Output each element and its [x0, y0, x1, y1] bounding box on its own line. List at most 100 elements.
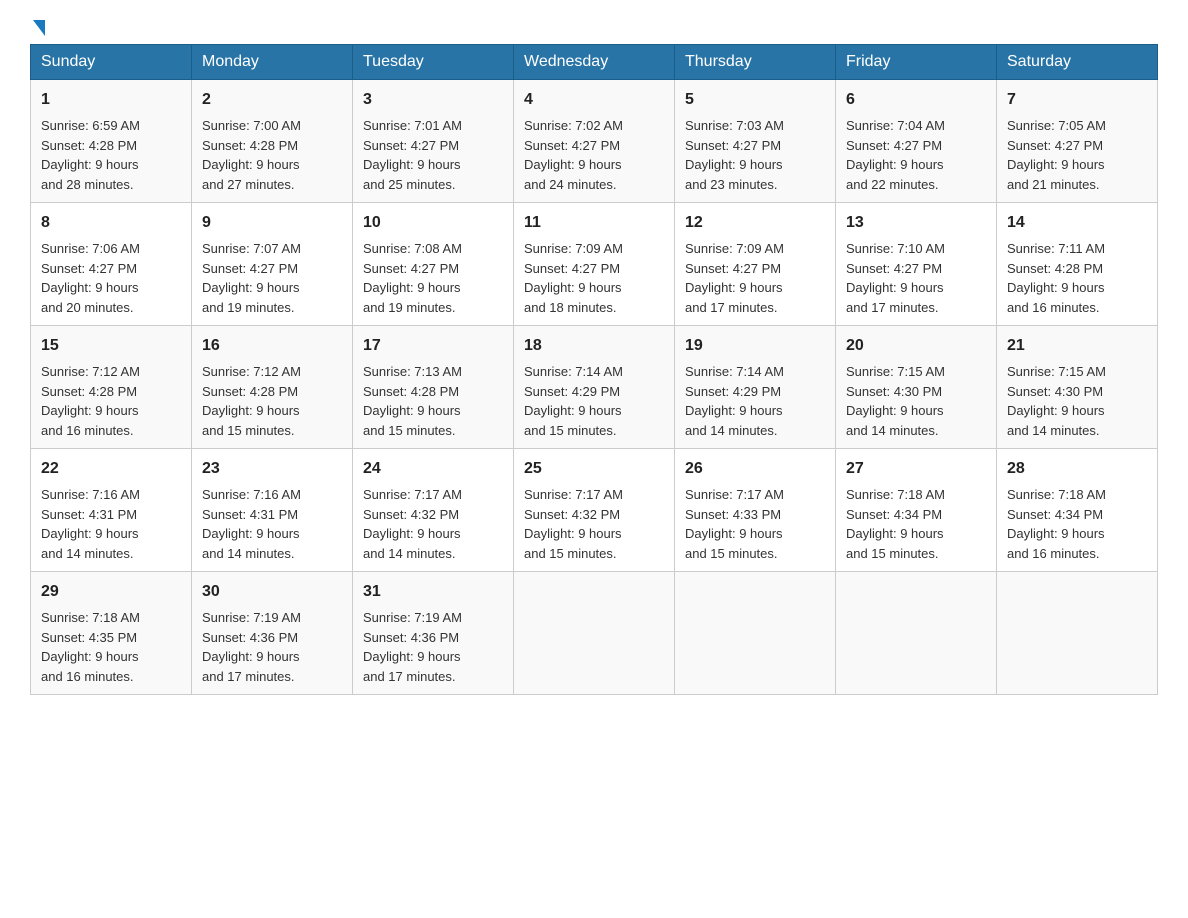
- calendar-cell: 28Sunrise: 7:18 AMSunset: 4:34 PMDayligh…: [997, 449, 1158, 572]
- weekday-header-wednesday: Wednesday: [514, 45, 675, 80]
- calendar-cell: 7Sunrise: 7:05 AMSunset: 4:27 PMDaylight…: [997, 80, 1158, 203]
- daylight-text: Daylight: 9 hours: [524, 155, 664, 175]
- calendar-week-4: 22Sunrise: 7:16 AMSunset: 4:31 PMDayligh…: [31, 449, 1158, 572]
- day-number: 25: [524, 457, 664, 481]
- daylight-text2: and 17 minutes.: [363, 667, 503, 687]
- daylight-text: Daylight: 9 hours: [202, 401, 342, 421]
- daylight-text2: and 14 minutes.: [363, 544, 503, 564]
- daylight-text: Daylight: 9 hours: [1007, 401, 1147, 421]
- daylight-text2: and 18 minutes.: [524, 298, 664, 318]
- sunrise-text: Sunrise: 7:00 AM: [202, 116, 342, 136]
- sunset-text: Sunset: 4:28 PM: [202, 382, 342, 402]
- daylight-text2: and 25 minutes.: [363, 175, 503, 195]
- sunrise-text: Sunrise: 7:03 AM: [685, 116, 825, 136]
- daylight-text2: and 23 minutes.: [685, 175, 825, 195]
- calendar-cell: 13Sunrise: 7:10 AMSunset: 4:27 PMDayligh…: [836, 203, 997, 326]
- calendar-cell: 16Sunrise: 7:12 AMSunset: 4:28 PMDayligh…: [192, 326, 353, 449]
- sunrise-text: Sunrise: 7:01 AM: [363, 116, 503, 136]
- sunrise-text: Sunrise: 7:06 AM: [41, 239, 181, 259]
- daylight-text: Daylight: 9 hours: [846, 278, 986, 298]
- calendar-cell: 2Sunrise: 7:00 AMSunset: 4:28 PMDaylight…: [192, 80, 353, 203]
- daylight-text2: and 15 minutes.: [846, 544, 986, 564]
- day-number: 2: [202, 88, 342, 112]
- calendar-cell: 9Sunrise: 7:07 AMSunset: 4:27 PMDaylight…: [192, 203, 353, 326]
- daylight-text2: and 21 minutes.: [1007, 175, 1147, 195]
- daylight-text: Daylight: 9 hours: [524, 524, 664, 544]
- daylight-text2: and 17 minutes.: [846, 298, 986, 318]
- calendar-cell: 21Sunrise: 7:15 AMSunset: 4:30 PMDayligh…: [997, 326, 1158, 449]
- sunset-text: Sunset: 4:33 PM: [685, 505, 825, 525]
- sunset-text: Sunset: 4:29 PM: [524, 382, 664, 402]
- daylight-text: Daylight: 9 hours: [524, 278, 664, 298]
- day-number: 13: [846, 211, 986, 235]
- calendar-cell: 23Sunrise: 7:16 AMSunset: 4:31 PMDayligh…: [192, 449, 353, 572]
- daylight-text: Daylight: 9 hours: [846, 401, 986, 421]
- daylight-text2: and 14 minutes.: [685, 421, 825, 441]
- page-header: [30, 20, 1158, 34]
- calendar-cell: 1Sunrise: 6:59 AMSunset: 4:28 PMDaylight…: [31, 80, 192, 203]
- daylight-text: Daylight: 9 hours: [846, 524, 986, 544]
- daylight-text2: and 15 minutes.: [202, 421, 342, 441]
- calendar-cell: 30Sunrise: 7:19 AMSunset: 4:36 PMDayligh…: [192, 572, 353, 695]
- sunset-text: Sunset: 4:35 PM: [41, 628, 181, 648]
- calendar-week-2: 8Sunrise: 7:06 AMSunset: 4:27 PMDaylight…: [31, 203, 1158, 326]
- daylight-text2: and 16 minutes.: [1007, 298, 1147, 318]
- day-number: 10: [363, 211, 503, 235]
- calendar-cell: [836, 572, 997, 695]
- sunrise-text: Sunrise: 7:16 AM: [41, 485, 181, 505]
- sunset-text: Sunset: 4:27 PM: [524, 136, 664, 156]
- sunset-text: Sunset: 4:27 PM: [363, 136, 503, 156]
- weekday-header-thursday: Thursday: [675, 45, 836, 80]
- calendar-cell: 25Sunrise: 7:17 AMSunset: 4:32 PMDayligh…: [514, 449, 675, 572]
- daylight-text: Daylight: 9 hours: [41, 278, 181, 298]
- daylight-text2: and 24 minutes.: [524, 175, 664, 195]
- day-number: 29: [41, 580, 181, 604]
- sunset-text: Sunset: 4:32 PM: [524, 505, 664, 525]
- day-number: 17: [363, 334, 503, 358]
- sunset-text: Sunset: 4:27 PM: [524, 259, 664, 279]
- sunset-text: Sunset: 4:28 PM: [41, 382, 181, 402]
- sunrise-text: Sunrise: 7:08 AM: [363, 239, 503, 259]
- sunset-text: Sunset: 4:28 PM: [41, 136, 181, 156]
- sunset-text: Sunset: 4:34 PM: [1007, 505, 1147, 525]
- calendar-cell: 12Sunrise: 7:09 AMSunset: 4:27 PMDayligh…: [675, 203, 836, 326]
- sunrise-text: Sunrise: 7:19 AM: [202, 608, 342, 628]
- sunrise-text: Sunrise: 7:14 AM: [524, 362, 664, 382]
- daylight-text2: and 14 minutes.: [41, 544, 181, 564]
- day-number: 23: [202, 457, 342, 481]
- day-number: 9: [202, 211, 342, 235]
- sunset-text: Sunset: 4:30 PM: [846, 382, 986, 402]
- calendar-table: SundayMondayTuesdayWednesdayThursdayFrid…: [30, 44, 1158, 695]
- day-number: 7: [1007, 88, 1147, 112]
- sunset-text: Sunset: 4:27 PM: [363, 259, 503, 279]
- day-number: 12: [685, 211, 825, 235]
- calendar-cell: 20Sunrise: 7:15 AMSunset: 4:30 PMDayligh…: [836, 326, 997, 449]
- daylight-text: Daylight: 9 hours: [41, 155, 181, 175]
- day-number: 27: [846, 457, 986, 481]
- sunset-text: Sunset: 4:36 PM: [363, 628, 503, 648]
- calendar-cell: 14Sunrise: 7:11 AMSunset: 4:28 PMDayligh…: [997, 203, 1158, 326]
- daylight-text2: and 28 minutes.: [41, 175, 181, 195]
- sunrise-text: Sunrise: 7:18 AM: [41, 608, 181, 628]
- weekday-header-tuesday: Tuesday: [353, 45, 514, 80]
- daylight-text: Daylight: 9 hours: [363, 155, 503, 175]
- weekday-header-saturday: Saturday: [997, 45, 1158, 80]
- day-number: 3: [363, 88, 503, 112]
- sunrise-text: Sunrise: 7:04 AM: [846, 116, 986, 136]
- day-number: 28: [1007, 457, 1147, 481]
- day-number: 11: [524, 211, 664, 235]
- daylight-text2: and 22 minutes.: [846, 175, 986, 195]
- weekday-header-monday: Monday: [192, 45, 353, 80]
- daylight-text: Daylight: 9 hours: [202, 524, 342, 544]
- sunrise-text: Sunrise: 7:14 AM: [685, 362, 825, 382]
- daylight-text: Daylight: 9 hours: [363, 278, 503, 298]
- daylight-text2: and 15 minutes.: [363, 421, 503, 441]
- calendar-cell: [514, 572, 675, 695]
- daylight-text: Daylight: 9 hours: [202, 647, 342, 667]
- day-number: 22: [41, 457, 181, 481]
- calendar-cell: 22Sunrise: 7:16 AMSunset: 4:31 PMDayligh…: [31, 449, 192, 572]
- sunrise-text: Sunrise: 7:15 AM: [846, 362, 986, 382]
- daylight-text: Daylight: 9 hours: [846, 155, 986, 175]
- calendar-cell: 17Sunrise: 7:13 AMSunset: 4:28 PMDayligh…: [353, 326, 514, 449]
- daylight-text2: and 15 minutes.: [524, 544, 664, 564]
